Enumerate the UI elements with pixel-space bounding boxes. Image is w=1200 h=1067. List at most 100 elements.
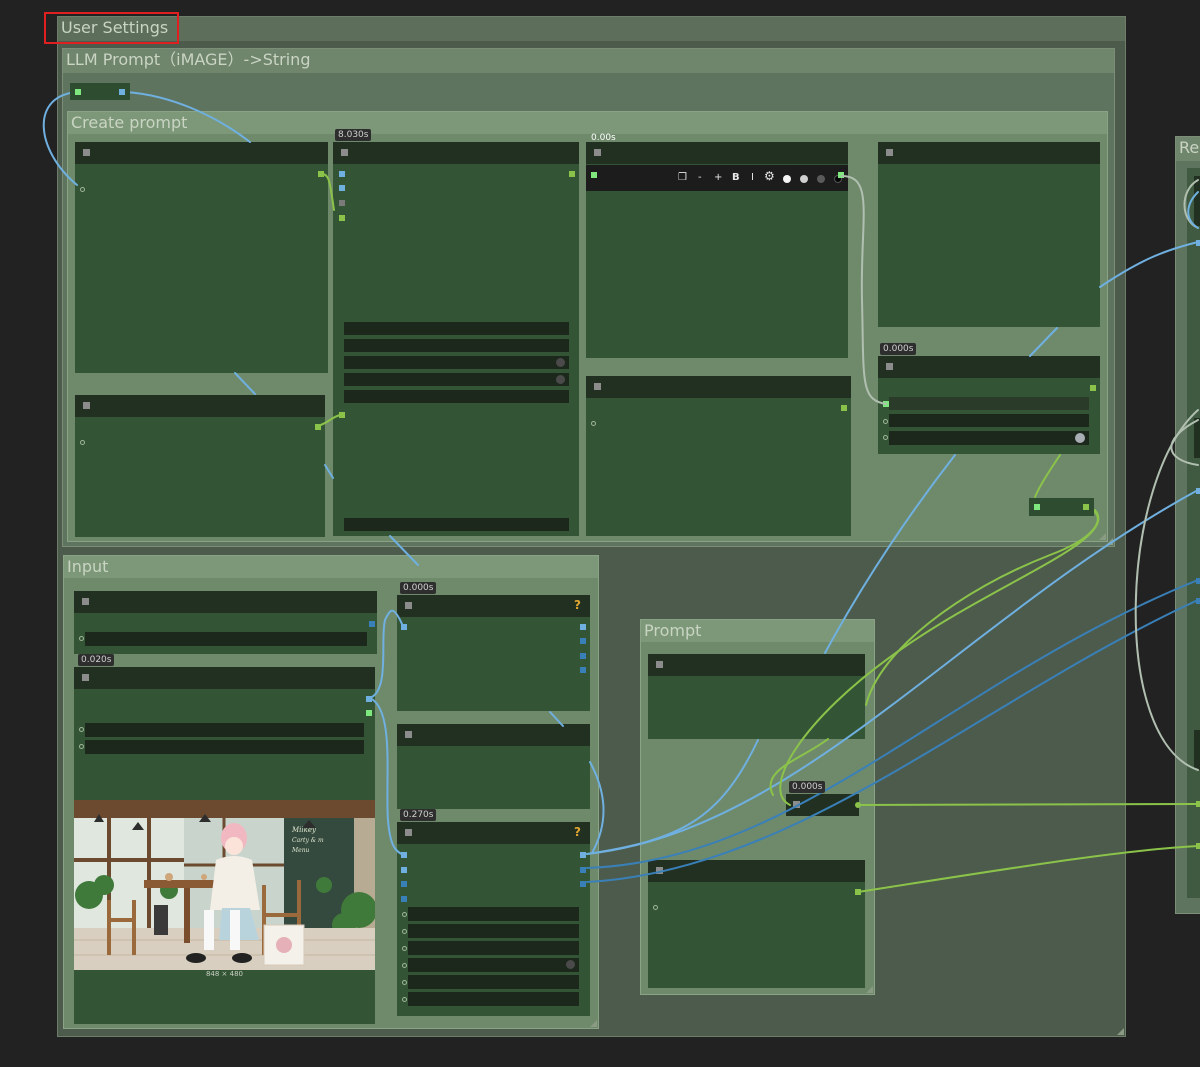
node-header[interactable]: [397, 724, 590, 746]
collapse-toggle-icon[interactable]: [83, 149, 90, 156]
widget-field[interactable]: [344, 518, 569, 531]
color-white-icon[interactable]: [783, 175, 791, 183]
input-slot[interactable]: [1196, 801, 1200, 807]
widget-field[interactable]: [889, 414, 1089, 427]
output-slot[interactable]: [1083, 504, 1089, 510]
input-slot[interactable]: [339, 171, 345, 177]
collapse-toggle-icon[interactable]: [405, 731, 412, 738]
input-slot[interactable]: [339, 215, 345, 221]
output-slot[interactable]: [855, 889, 861, 895]
collapse-toggle-icon[interactable]: [594, 383, 601, 390]
toggle-knob[interactable]: [566, 960, 575, 969]
collapse-toggle-icon[interactable]: [82, 674, 89, 681]
collapse-toggle-icon[interactable]: [405, 829, 412, 836]
node-prompt-top[interactable]: [648, 654, 865, 739]
input-slot[interactable]: [1196, 488, 1200, 494]
widget-field[interactable]: [408, 941, 579, 955]
output-slot[interactable]: [366, 710, 372, 716]
widget-field[interactable]: [408, 992, 579, 1006]
output-slot[interactable]: [580, 667, 586, 673]
node-input-right-mid[interactable]: [397, 724, 590, 809]
output-slot[interactable]: [580, 881, 586, 887]
node-right-partial-a[interactable]: [1187, 168, 1200, 898]
node-header[interactable]: [586, 142, 848, 164]
node-c-text-editor[interactable]: ❒ - + B I ⚙: [586, 142, 848, 358]
input-slot[interactable]: [591, 172, 597, 178]
input-slot[interactable]: [883, 435, 888, 440]
widget-field[interactable]: [889, 397, 1089, 410]
node-input-right-bottom[interactable]: ?: [397, 822, 590, 1016]
widget-field[interactable]: [344, 339, 569, 352]
copy-icon[interactable]: ❒: [678, 172, 687, 184]
node-d[interactable]: [878, 142, 1100, 327]
output-slot[interactable]: [315, 424, 321, 430]
input-slot[interactable]: [79, 636, 84, 641]
reroute-node[interactable]: [70, 83, 130, 100]
toggle-knob[interactable]: [556, 375, 565, 384]
input-slot[interactable]: [339, 185, 345, 191]
output-slot[interactable]: [369, 621, 375, 627]
italic-button[interactable]: I: [751, 172, 754, 184]
widget-field[interactable]: [408, 975, 579, 989]
output-slot[interactable]: [841, 405, 847, 411]
output-slot[interactable]: [580, 624, 586, 630]
resize-handle[interactable]: [590, 1020, 597, 1027]
input-slot[interactable]: [402, 980, 407, 985]
input-slot[interactable]: [1196, 240, 1200, 246]
output-slot[interactable]: [580, 867, 586, 873]
reroute-node[interactable]: [1029, 498, 1094, 516]
widget-field[interactable]: [85, 723, 364, 737]
widget-toggle[interactable]: [344, 373, 569, 386]
input-slot[interactable]: [402, 946, 407, 951]
collapse-toggle-icon[interactable]: [341, 149, 348, 156]
output-slot[interactable]: [1090, 385, 1096, 391]
input-slot[interactable]: [883, 419, 888, 424]
input-slot[interactable]: [1196, 598, 1200, 604]
widget-toggle[interactable]: [889, 431, 1089, 445]
input-slot[interactable]: [1196, 578, 1200, 584]
widget-toggle[interactable]: [408, 958, 579, 972]
input-slot[interactable]: [401, 624, 407, 630]
collapse-toggle-icon[interactable]: [886, 363, 893, 370]
zoom-out-icon[interactable]: -: [698, 172, 702, 184]
node-g[interactable]: [878, 356, 1100, 454]
collapse-toggle-icon[interactable]: [83, 402, 90, 409]
toggle-knob[interactable]: [556, 358, 565, 367]
output-slot[interactable]: [580, 653, 586, 659]
node-e[interactable]: [75, 395, 325, 537]
output-slot[interactable]: [580, 638, 586, 644]
input-slot[interactable]: [402, 929, 407, 934]
collapse-toggle-icon[interactable]: [793, 801, 800, 808]
widget-field[interactable]: [408, 924, 579, 938]
input-slot[interactable]: [80, 187, 85, 192]
resize-handle[interactable]: [866, 986, 873, 993]
input-slot[interactable]: [401, 881, 407, 887]
node-header[interactable]: [586, 376, 851, 398]
resize-handle[interactable]: [1117, 1028, 1124, 1035]
input-slot[interactable]: [591, 421, 596, 426]
input-slot[interactable]: [402, 963, 407, 968]
input-slot[interactable]: [339, 200, 345, 206]
warning-icon[interactable]: ?: [574, 825, 581, 839]
node-input-top[interactable]: [74, 591, 377, 654]
node-header[interactable]: [75, 142, 328, 164]
node-prompt-bottom[interactable]: [648, 860, 865, 988]
output-slot[interactable]: [119, 89, 125, 95]
collapse-toggle-icon[interactable]: [886, 149, 893, 156]
image-preview[interactable]: Milkey Carty & m Menu: [74, 800, 375, 970]
color-grey-icon[interactable]: [817, 175, 825, 183]
node-header[interactable]: [648, 654, 865, 676]
node-right-partial-b[interactable]: [1194, 176, 1200, 226]
node-header[interactable]: [878, 356, 1100, 378]
zoom-in-icon[interactable]: +: [714, 172, 722, 184]
output-slot[interactable]: [318, 171, 324, 177]
input-slot[interactable]: [401, 896, 407, 902]
resize-handle[interactable]: [1099, 533, 1106, 540]
widget-field[interactable]: [85, 632, 367, 646]
node-header[interactable]: [648, 860, 865, 882]
input-slot[interactable]: [79, 744, 84, 749]
input-slot[interactable]: [339, 412, 345, 418]
collapse-toggle-icon[interactable]: [594, 149, 601, 156]
color-light-grey-icon[interactable]: [800, 175, 808, 183]
collapse-toggle-icon[interactable]: [656, 867, 663, 874]
